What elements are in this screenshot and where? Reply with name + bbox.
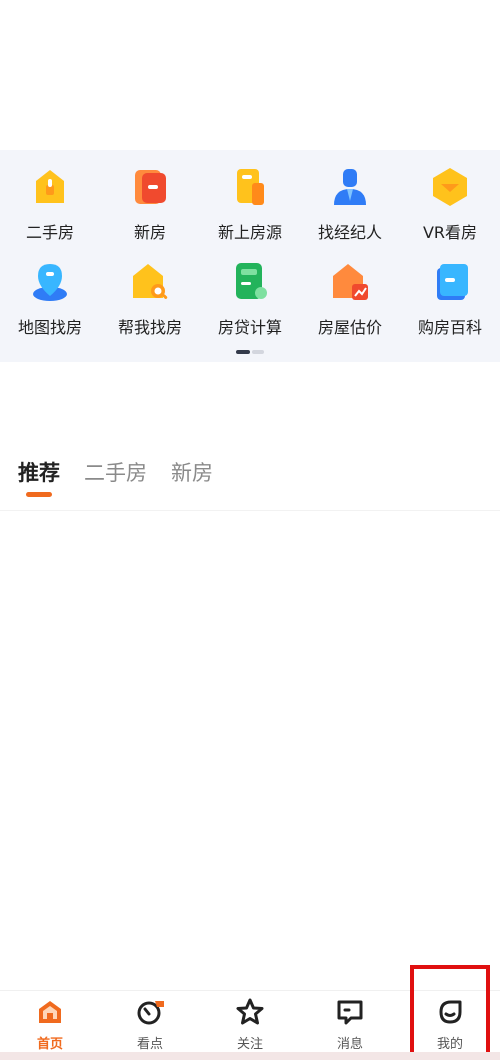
tab-recommend[interactable]: 推荐	[18, 458, 60, 502]
entry-label: 房屋估价	[317, 318, 382, 337]
app-root: 二手房 新房 新上房源 找经纪人 VR看房 地图找房 帮我找房 房贷计算 房屋估…	[0, 0, 500, 1060]
entry-label: 房贷计算	[217, 318, 282, 337]
page-dot	[252, 350, 264, 354]
page-dot-active	[236, 350, 250, 354]
entry-find-agent[interactable]: 找经纪人	[300, 165, 400, 255]
quick-entry-panel: 二手房 新房 新上房源 找经纪人 VR看房 地图找房 帮我找房 房贷计算 房屋估…	[0, 150, 500, 362]
entry-label: 新上房源	[217, 223, 282, 242]
entry-label: 找经纪人	[317, 223, 382, 242]
entry-house-valuation[interactable]: 房屋估价	[300, 260, 400, 350]
entry-new-listing[interactable]: 新上房源	[200, 165, 300, 255]
tab-divider	[0, 510, 500, 511]
nav-label: 关注	[236, 1037, 263, 1052]
vr-icon	[428, 165, 472, 209]
entry-map-search[interactable]: 地图找房	[0, 260, 100, 350]
nav-label: 看点	[136, 1037, 163, 1052]
entry-label: 购房百科	[417, 318, 482, 337]
entry-help-find-house[interactable]: 帮我找房	[100, 260, 200, 350]
nav-profile[interactable]: 我的	[400, 991, 500, 1053]
entry-label: 地图找房	[17, 318, 82, 337]
message-icon	[335, 997, 365, 1027]
nav-label: 首页	[36, 1037, 63, 1052]
house-search-icon	[128, 260, 172, 304]
encyclopedia-icon	[428, 260, 472, 304]
bottom-nav: 首页 看点 关注 消息 我的	[0, 990, 500, 1052]
page-indicator	[236, 350, 264, 354]
calculator-icon	[228, 260, 272, 304]
entry-house-encyclopedia[interactable]: 购房百科	[400, 260, 500, 350]
entry-secondhand-house[interactable]: 二手房	[0, 165, 100, 255]
entry-new-house[interactable]: 新房	[100, 165, 200, 255]
entry-vr-viewing[interactable]: VR看房	[400, 165, 500, 255]
new-house-icon	[128, 165, 172, 209]
secondhand-house-icon	[28, 165, 72, 209]
nav-label: 我的	[436, 1037, 463, 1052]
tab-new-house[interactable]: 新房	[171, 458, 213, 502]
star-icon	[235, 997, 265, 1027]
entry-label: 新房	[133, 223, 166, 242]
nav-home[interactable]: 首页	[0, 991, 100, 1053]
profile-icon	[435, 997, 465, 1027]
quick-entry-row-1: 二手房 新房 新上房源 找经纪人 VR看房	[0, 165, 500, 255]
new-listing-icon	[228, 165, 272, 209]
entry-label: 帮我找房	[117, 318, 182, 337]
entry-label: VR看房	[422, 223, 478, 242]
nav-messages[interactable]: 消息	[300, 991, 400, 1053]
bottom-strip	[0, 1052, 500, 1060]
nav-discover[interactable]: 看点	[100, 991, 200, 1053]
nav-follow[interactable]: 关注	[200, 991, 300, 1053]
entry-label: 二手房	[25, 223, 74, 242]
compass-icon	[135, 997, 165, 1027]
agent-icon	[328, 165, 372, 209]
entry-mortgage-calculator[interactable]: 房贷计算	[200, 260, 300, 350]
home-icon	[35, 997, 65, 1027]
tab-secondhand[interactable]: 二手房	[84, 458, 147, 502]
valuation-icon	[328, 260, 372, 304]
content-tabs: 推荐 二手房 新房	[18, 458, 213, 502]
nav-label: 消息	[336, 1037, 363, 1052]
map-pin-icon	[28, 260, 72, 304]
quick-entry-row-2: 地图找房 帮我找房 房贷计算 房屋估价 购房百科	[0, 260, 500, 350]
